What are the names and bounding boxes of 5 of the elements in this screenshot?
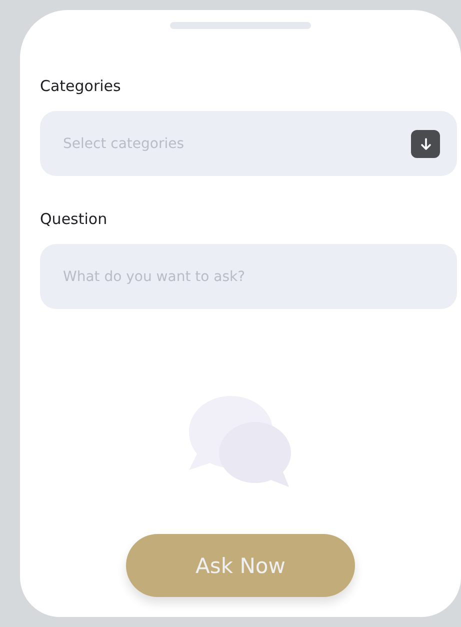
ask-now-button[interactable]: Ask Now bbox=[126, 534, 355, 597]
field-label: Categories bbox=[40, 77, 122, 95]
arrow-down-icon[interactable] bbox=[411, 130, 440, 158]
drag-handle[interactable] bbox=[170, 22, 311, 29]
field-label: Question bbox=[40, 210, 108, 228]
